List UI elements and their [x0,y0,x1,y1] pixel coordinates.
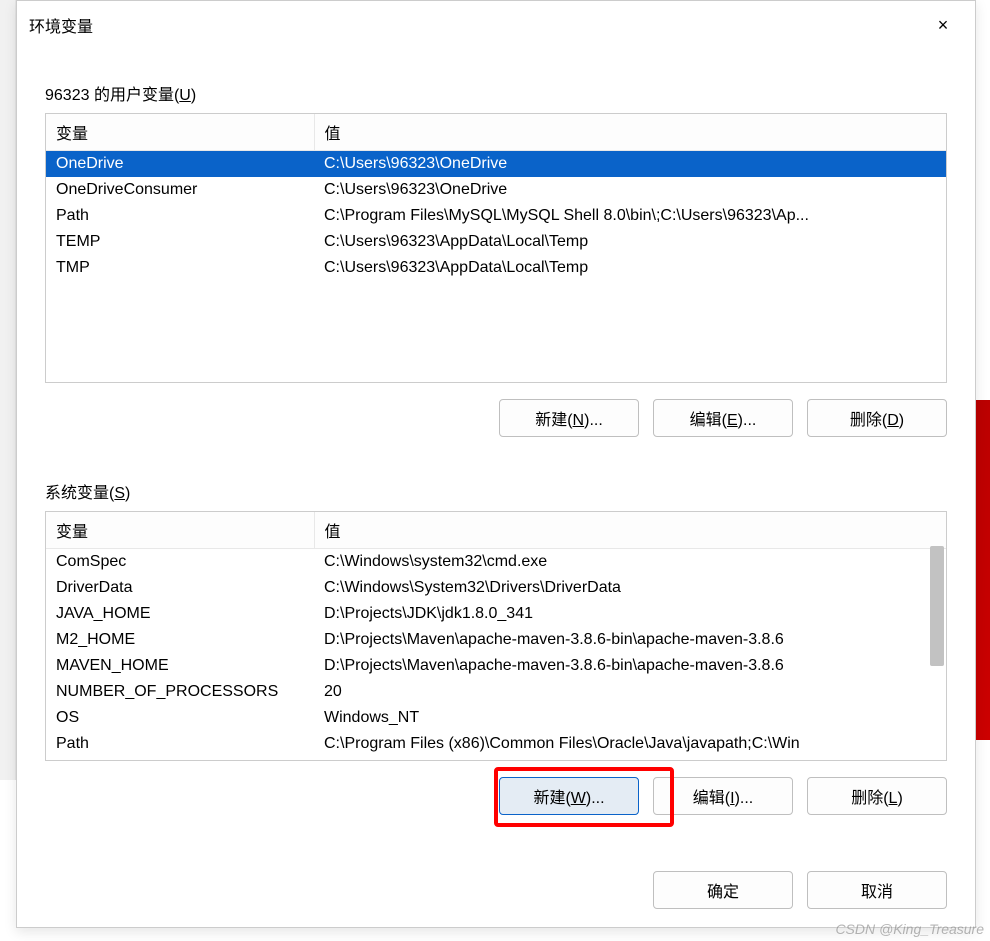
var-value-cell: C:\Users\96323\AppData\Local\Temp [314,229,946,255]
titlebar: 环境变量 × [17,1,975,49]
var-value-cell: Windows_NT [314,705,946,731]
system-variables-table[interactable]: 变量 值 ComSpecC:\Windows\system32\cmd.exeD… [45,511,947,761]
var-value-cell: C:\Users\96323\OneDrive [314,177,946,203]
dialog-buttons-row: 确定 取消 [17,825,975,909]
var-value-cell: D:\Projects\Maven\apache-maven-3.8.6-bin… [314,653,946,679]
behind-window-right-strip [976,400,990,740]
system-variables-label: 系统变量(S) [45,479,947,503]
var-name-cell: OneDriveConsumer [46,177,314,203]
var-name-cell: JAVA_HOME [46,601,314,627]
table-row[interactable]: OneDriveC:\Users\96323\OneDrive [46,151,946,178]
var-value-cell: D:\Projects\Maven\apache-maven-3.8.6-bin… [314,627,946,653]
var-name-cell: DriverData [46,575,314,601]
table-row[interactable]: TEMPC:\Users\96323\AppData\Local\Temp [46,229,946,255]
close-icon: × [938,15,949,36]
user-edit-button[interactable]: 编辑(E)... [653,399,793,437]
user-new-button[interactable]: 新建(N)... [499,399,639,437]
system-delete-button[interactable]: 删除(L) [807,777,947,815]
table-row[interactable]: PathC:\Program Files (x86)\Common Files\… [46,731,946,757]
sys-col-value[interactable]: 值 [314,512,946,549]
user-variables-label: 96323 的用户变量(U) [45,81,947,105]
var-value-cell: C:\Windows\System32\Drivers\DriverData [314,575,946,601]
var-value-cell: C:\Users\96323\AppData\Local\Temp [314,255,946,281]
var-name-cell: TEMP [46,229,314,255]
sys-col-variable[interactable]: 变量 [46,512,314,549]
var-name-cell: TMP [46,255,314,281]
table-row[interactable]: M2_HOMED:\Projects\Maven\apache-maven-3.… [46,627,946,653]
var-value-cell: C:\Users\96323\OneDrive [314,151,946,178]
system-buttons-row: 新建(W)... 编辑(I)... 删除(L) [45,761,947,825]
var-name-cell: M2_HOME [46,627,314,653]
var-value-cell: 20 [314,679,946,705]
table-row[interactable]: OSWindows_NT [46,705,946,731]
table-row[interactable]: PathC:\Program Files\MySQL\MySQL Shell 8… [46,203,946,229]
table-row[interactable]: TMPC:\Users\96323\AppData\Local\Temp [46,255,946,281]
table-row[interactable]: OneDriveConsumerC:\Users\96323\OneDrive [46,177,946,203]
var-name-cell: Path [46,731,314,757]
window-title: 环境变量 [29,13,93,37]
behind-window-left-strip [0,0,16,780]
table-row[interactable]: DriverDataC:\Windows\System32\Drivers\Dr… [46,575,946,601]
user-delete-button[interactable]: 删除(D) [807,399,947,437]
table-row[interactable]: JAVA_HOMED:\Projects\JDK\jdk1.8.0_341 [46,601,946,627]
var-name-cell: Path [46,203,314,229]
environment-variables-dialog: 环境变量 × 96323 的用户变量(U) 变量 值 OneDriveC:\Us… [16,0,976,928]
ok-button[interactable]: 确定 [653,871,793,909]
table-row[interactable]: ComSpecC:\Windows\system32\cmd.exe [46,549,946,575]
var-value-cell: C:\Program Files (x86)\Common Files\Orac… [314,731,946,757]
system-new-button[interactable]: 新建(W)... [499,777,639,815]
system-edit-button[interactable]: 编辑(I)... [653,777,793,815]
var-name-cell: NUMBER_OF_PROCESSORS [46,679,314,705]
table-row[interactable]: NUMBER_OF_PROCESSORS20 [46,679,946,705]
cancel-button[interactable]: 取消 [807,871,947,909]
user-col-variable[interactable]: 变量 [46,114,314,151]
close-button[interactable]: × [923,9,963,41]
system-table-scrollbar-thumb[interactable] [930,546,944,666]
var-value-cell: C:\Windows\system32\cmd.exe [314,549,946,575]
var-value-cell: C:\Program Files\MySQL\MySQL Shell 8.0\b… [314,203,946,229]
var-value-cell: D:\Projects\JDK\jdk1.8.0_341 [314,601,946,627]
user-variables-table[interactable]: 变量 值 OneDriveC:\Users\96323\OneDriveOneD… [45,113,947,383]
table-row[interactable]: MAVEN_HOMED:\Projects\Maven\apache-maven… [46,653,946,679]
var-name-cell: OS [46,705,314,731]
var-name-cell: MAVEN_HOME [46,653,314,679]
user-col-value[interactable]: 值 [314,114,946,151]
var-name-cell: ComSpec [46,549,314,575]
user-buttons-row: 新建(N)... 编辑(E)... 删除(D) [45,383,947,447]
var-name-cell: OneDrive [46,151,314,178]
